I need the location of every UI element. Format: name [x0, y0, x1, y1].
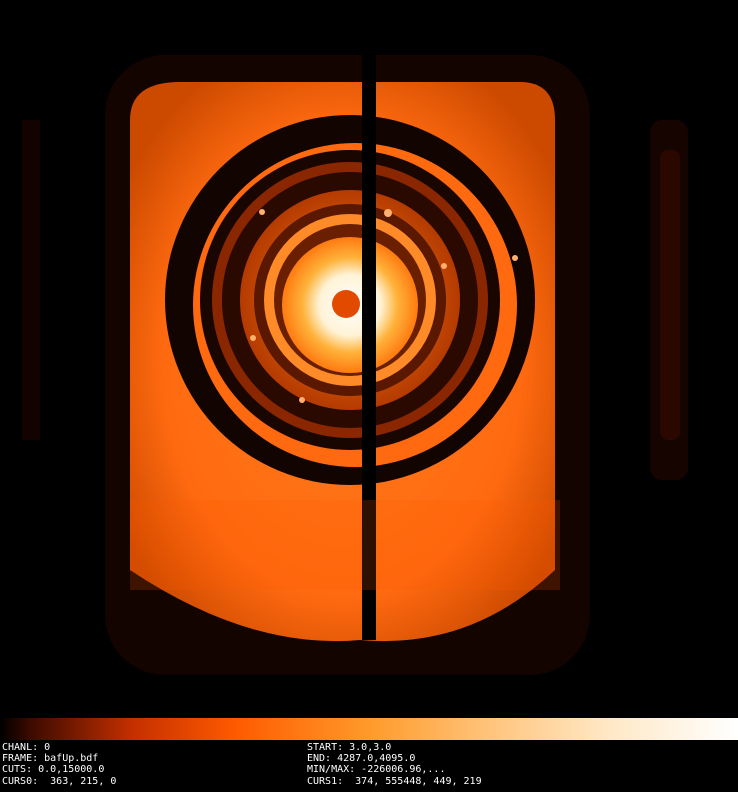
minmax-label: MIN/MAX: -226006.96,... [307, 764, 446, 775]
cuts-label: CUTS: 0.0,15000.0 [2, 764, 105, 775]
chanl-label: CHANL: 0 [2, 742, 51, 753]
frame-label: FRAME: bafUp.bdf [2, 753, 99, 764]
colorbar [0, 718, 738, 740]
curs0-label: CURS0: 363, 215, 0 [2, 776, 117, 787]
curs1-label: CURS1: 374, 555448, 449, 219 [307, 776, 482, 787]
start-label: START: 3.0,3.0 [307, 742, 392, 753]
center-spot [332, 290, 360, 318]
thermal-image [0, 0, 738, 716]
image-viewer[interactable] [0, 0, 738, 716]
left-side-panel [22, 120, 40, 440]
end-label: END: 4287.0,4095.0 [307, 753, 416, 764]
